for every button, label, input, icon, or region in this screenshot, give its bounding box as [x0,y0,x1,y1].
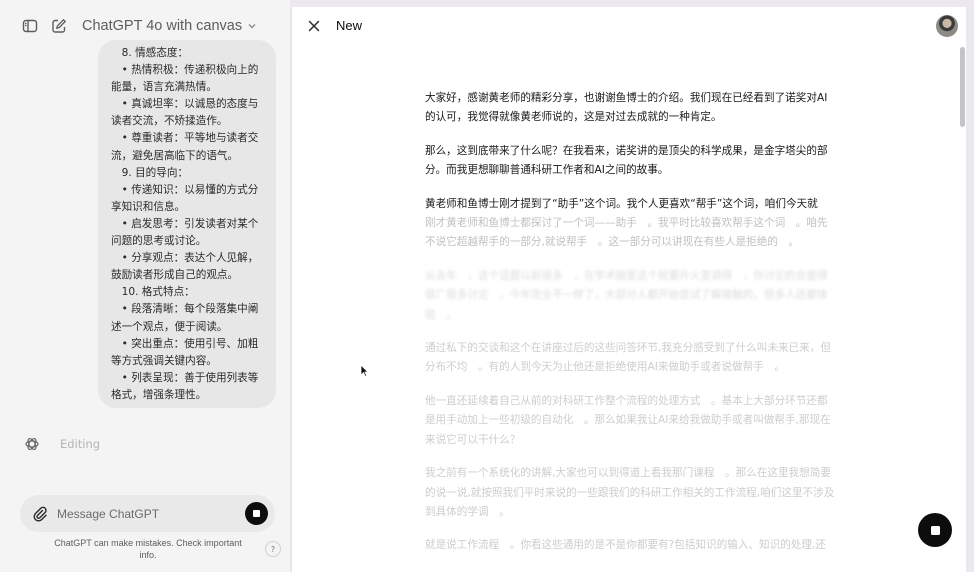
canvas-stop-button[interactable] [918,513,952,547]
stop-generating-button[interactable] [245,502,268,525]
doc-paragraph: 我之前有一个系统化的讲解,大家也可以到得道上看我那门课程 。那么在这里我想简要的… [425,467,835,518]
chat-sidebar: ChatGPT 4o with canvas 8. 情感态度： • 热情积极：传… [0,0,290,572]
bubble-line: • 突出重点：使用引号、加粗等方式强调关键内容。 [111,337,259,367]
help-button[interactable]: ? [265,541,281,557]
bubble-line: • 列表呈现：善于使用列表等格式，增强条理性。 [111,371,259,401]
bubble-line: 10. 格式特点： [111,286,195,299]
message-input[interactable] [57,506,227,521]
bubble-line: • 段落清晰：每个段落集中阐述一个观点，便于阅读。 [111,303,259,333]
user-avatar[interactable] [936,15,958,37]
doc-paragraph: 刚才黄老师和鱼博士都探讨了一个词——助手 。我平时比较喜欢帮手这个词 。咱先不说… [425,217,828,249]
bubble-line: 8. 情感态度： [111,47,189,59]
stop-icon [253,510,260,517]
doc-paragraph: 从去年 ，这个话题以前很多 ，在学术圈里这个就要升火变调得 ，你讨论的会面得很广… [425,269,828,321]
disclaimer-text: ChatGPT can make mistakes. Check importa… [54,538,242,560]
bubble-line: • 热情积极：传递积极向上的能量，语言充满热情。 [111,64,259,94]
message-composer [20,495,275,532]
chevron-down-icon[interactable] [247,21,257,31]
doc-paragraph: 通过私下的交谈和这个在讲座过后的这些问答环节,我充分感受到了什么叫未来已来，但分… [425,342,831,374]
bubble-line: 9. 目的导向： [111,166,189,179]
model-selector-label[interactable]: ChatGPT 4o with canvas [82,18,242,34]
close-icon[interactable] [306,18,322,34]
canvas-header: New [292,7,967,47]
openai-logo-icon [20,432,44,456]
bubble-line: • 传递知识：以易懂的方式分享知识和信息。 [111,183,259,213]
canvas-title: New [336,18,363,33]
doc-paragraph: 那么，这到底带来了什么呢？在我看来，诺奖讲的是顶尖的科学成果，是金字塔尖的部分。… [425,144,828,177]
doc-paragraph: 他一直还延续着自己从前的对科研工作整个流程的处理方式 。基本上大部分环节还都是用… [425,394,831,446]
stop-icon [930,525,940,535]
canvas-document[interactable]: 大家好，感谢黄老师的精彩分享，也谢谢鱼博士的介绍。我们现在已经看到了诺奖对AI的… [425,89,835,570]
new-chat-icon[interactable] [49,16,69,36]
user-message-bubble: 8. 情感态度： • 热情积极：传递积极向上的能量，语言充满热情。 • 真诚坦率… [98,40,276,408]
bubble-line: • 分享观点：表达个人见解，鼓励读者形成自己的观点。 [111,252,259,282]
attach-paperclip-icon[interactable] [31,505,49,523]
sidebar-toggle-icon[interactable] [20,16,40,36]
bubble-line: • 尊重读者：平等地与读者交流，避免居高临下的语气。 [111,132,259,162]
doc-paragraph: 就是说工作流程 。你看这些通用的是不是你都要有?包括知识的输入、知识的处理,还 [425,539,826,552]
bubble-line: • 启发思考：引发读者对某个问题的思考或讨论。 [111,217,259,248]
canvas-panel: New 大家好，感谢黄老师的精彩分享，也谢谢鱼博士的介绍。我们现在已经看到了诺奖… [291,7,966,572]
doc-paragraph: 大家好，感谢黄老师的精彩分享，也谢谢鱼博士的介绍。我们现在已经看到了诺奖对AI的… [425,92,828,124]
mouse-cursor-icon [360,362,369,381]
bubble-line: • 真诚坦率：以诚恳的态度与读者交流，不矫揉造作。 [111,98,259,128]
canvas-scrollbar[interactable] [960,47,965,127]
doc-paragraph: 黄老师和鱼博士刚才提到了“助手”这个词。我个人更喜欢“帮手”这个词，咱们今天就 [425,197,818,210]
editing-status-text: Editing [60,437,101,451]
assistant-status-row: Editing [20,432,100,456]
